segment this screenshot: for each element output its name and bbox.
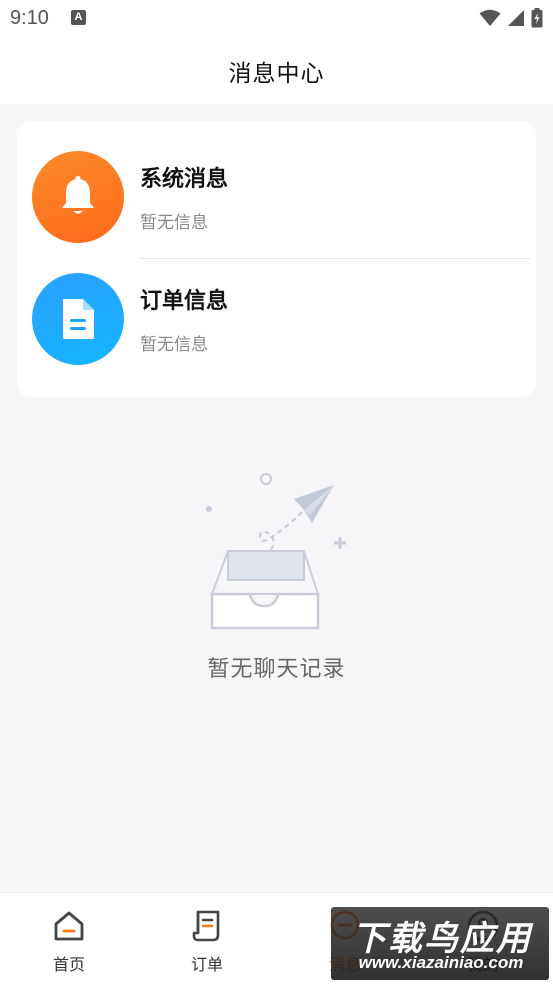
message-title: 订单信息 bbox=[140, 289, 229, 314]
nav-label-order: 订单 bbox=[190, 955, 223, 974]
wifi-icon bbox=[479, 9, 501, 26]
status-bar: 9:10 A bbox=[0, 0, 553, 38]
watermark: 下载鸟应用 www.xiazainiao.com bbox=[331, 907, 549, 980]
order-message-avatar bbox=[32, 273, 124, 365]
home-icon bbox=[52, 909, 86, 943]
message-title: 系统消息 bbox=[140, 167, 229, 192]
battery-charging-icon bbox=[531, 8, 543, 28]
status-time: 9:10 bbox=[10, 7, 49, 29]
message-subtitle: 暂无信息 bbox=[140, 335, 208, 355]
message-item-system[interactable]: 系统消息 暂无信息 bbox=[17, 137, 536, 261]
signal-icon bbox=[508, 10, 524, 26]
nav-label-home: 首页 bbox=[52, 955, 85, 974]
watermark-url: www.xiazainiao.com bbox=[358, 953, 524, 972]
document-icon bbox=[63, 299, 94, 339]
page-title: 消息中心 bbox=[228, 61, 325, 87]
empty-inbox-paper-plane-icon bbox=[198, 466, 358, 640]
status-icons bbox=[479, 8, 543, 28]
header: 消息中心 bbox=[0, 38, 553, 104]
message-list-card: 系统消息 暂无信息 订单信息 暂无信息 bbox=[17, 121, 536, 397]
empty-state-text: 暂无聊天记录 bbox=[207, 657, 346, 682]
message-item-order[interactable]: 订单信息 暂无信息 bbox=[17, 259, 536, 383]
bell-icon bbox=[62, 176, 94, 214]
nav-item-home[interactable]: 首页 bbox=[0, 893, 138, 984]
message-subtitle: 暂无信息 bbox=[140, 213, 208, 233]
screen: 9:10 A 消息中心 系统消息 暂无信息 订单信息 暂无信息 暂无聊天记录 首… bbox=[0, 0, 553, 984]
system-message-avatar bbox=[32, 151, 124, 243]
notification-badge-icon: A bbox=[71, 10, 86, 25]
nav-item-order[interactable]: 订单 bbox=[138, 893, 276, 984]
order-icon bbox=[192, 909, 222, 943]
